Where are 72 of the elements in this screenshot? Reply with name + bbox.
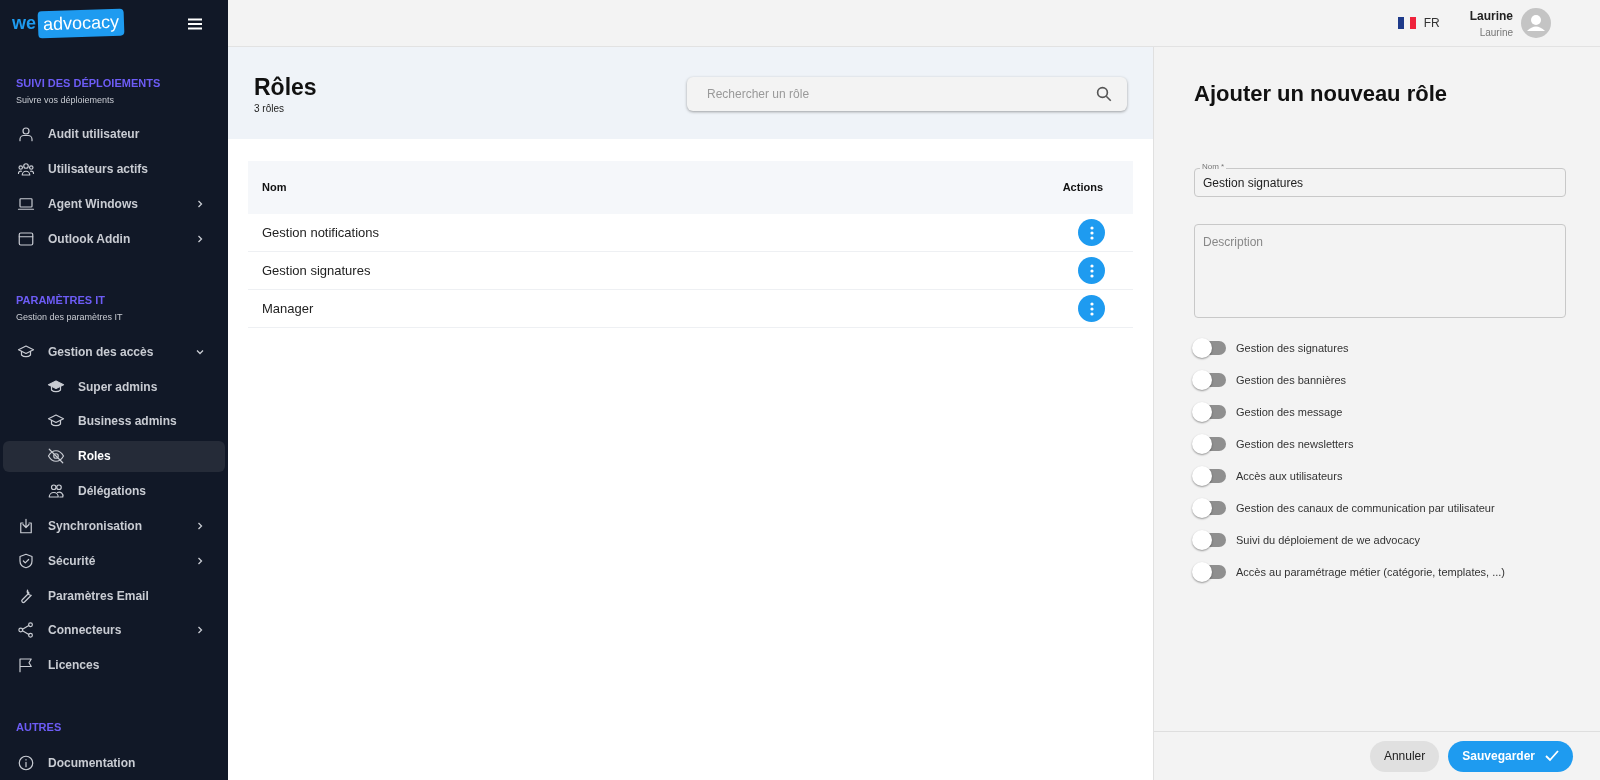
table-cell-text: Gestion notifications — [262, 223, 380, 242]
sidebar-item[interactable]: Audit utilisateur — [3, 119, 225, 150]
toggle-switch[interactable] — [1194, 469, 1226, 483]
share-icon — [17, 621, 35, 640]
search-field[interactable]: Rechercher un rôle — [687, 77, 1127, 111]
flag-icon — [17, 656, 35, 675]
kebab-icon — [1089, 263, 1094, 278]
person-icon — [17, 125, 35, 144]
menu-icon[interactable] — [188, 17, 202, 30]
flag-icon — [1397, 17, 1416, 29]
section-title: AUTRES — [16, 719, 63, 735]
kebab-icon — [1089, 301, 1094, 316]
sidebar-item[interactable]: Licences — [3, 649, 225, 681]
permission-label: Gestion des signatures — [1236, 340, 1349, 356]
sidebar-item[interactable]: Sécurité — [3, 545, 225, 577]
name-field[interactable]: Gestion signatures — [1194, 168, 1566, 197]
permission-label: Accès aux utilisateurs — [1236, 468, 1343, 484]
cancel-button[interactable]: Annuler — [1369, 740, 1440, 772]
permission-label: Gestion des bannières — [1236, 372, 1347, 388]
info-icon — [17, 753, 35, 772]
sidebar-item[interactable]: Délégations — [3, 475, 225, 507]
panel-title: Ajouter un nouveau rôle — [1194, 80, 1449, 108]
permission-label: Gestion des newsletters — [1236, 436, 1354, 452]
sidebar-item[interactable]: Gestion des accès — [3, 336, 225, 368]
sidebar-item[interactable]: Synchronisation — [3, 510, 225, 542]
logo: we advocacy — [12, 10, 125, 37]
sidebar-item[interactable]: Utilisateurs actifs — [3, 153, 225, 185]
description-field[interactable]: Description — [1194, 224, 1566, 318]
people-icon — [47, 482, 65, 501]
shield-check-icon — [17, 551, 35, 570]
toggle-switch[interactable] — [1194, 533, 1226, 547]
permission-label: Accès au paramétrage métier (catégorie, templates, ...) — [1236, 564, 1505, 580]
kebab-icon — [1089, 225, 1094, 240]
toggle-switch[interactable] — [1194, 373, 1226, 387]
group-icon — [17, 160, 35, 179]
search-icon — [1095, 85, 1113, 103]
eye-slash-icon — [47, 447, 65, 466]
user-name: Laurine — [1469, 7, 1513, 25]
check-icon — [1545, 750, 1559, 762]
toggle-switch[interactable] — [1194, 501, 1226, 515]
toggle-switch[interactable] — [1194, 565, 1226, 579]
more-options-button[interactable] — [1078, 257, 1105, 284]
more-options-button[interactable] — [1078, 219, 1105, 246]
column-header: Actions — [1062, 180, 1103, 196]
toggle-switch[interactable] — [1194, 341, 1226, 355]
sidebar-item[interactable]: Outlook Addin — [3, 223, 225, 255]
window-icon — [17, 229, 35, 248]
column-header: Nom — [262, 180, 287, 196]
sidebar-item[interactable]: Roles — [3, 440, 225, 472]
download-box-icon — [17, 516, 35, 535]
toggle-switch[interactable] — [1194, 437, 1226, 451]
section-title: PARAMÈTRES IT — [16, 293, 107, 309]
role-count: 3 rôles — [254, 102, 285, 116]
language-selector[interactable]: FR — [1423, 14, 1440, 32]
sidebar-item[interactable]: Connecteurs — [3, 614, 225, 646]
sidebar-item[interactable]: Paramètres Email — [3, 580, 225, 611]
section-title: SUIVI DES DÉPLOIEMENTS — [16, 76, 162, 91]
sidebar-item[interactable]: Agent Windows — [3, 188, 225, 220]
permission-label: Gestion des canaux de communication par utilisateur — [1236, 500, 1495, 516]
section-subtitle: Gestion des paramètres IT — [16, 310, 124, 324]
page-title: Rôles — [254, 73, 317, 101]
more-options-button[interactable] — [1078, 295, 1105, 322]
toggle-switch[interactable] — [1194, 405, 1226, 419]
permission-label: Gestion des message — [1236, 404, 1343, 420]
table-cell-text: Gestion signatures — [262, 261, 371, 280]
table-cell-text: Manager — [262, 299, 314, 318]
section-subtitle: Suivre vos déploiements — [16, 93, 116, 107]
sidebar-item[interactable]: Super admins — [3, 371, 225, 402]
user-subtitle: Laurine — [1479, 25, 1513, 40]
permission-label: Suivi du déploiement de we advocacy — [1236, 532, 1421, 548]
sidebar-item[interactable]: Documentation — [3, 747, 225, 778]
sidebar-item[interactable]: Business admins — [3, 405, 225, 437]
